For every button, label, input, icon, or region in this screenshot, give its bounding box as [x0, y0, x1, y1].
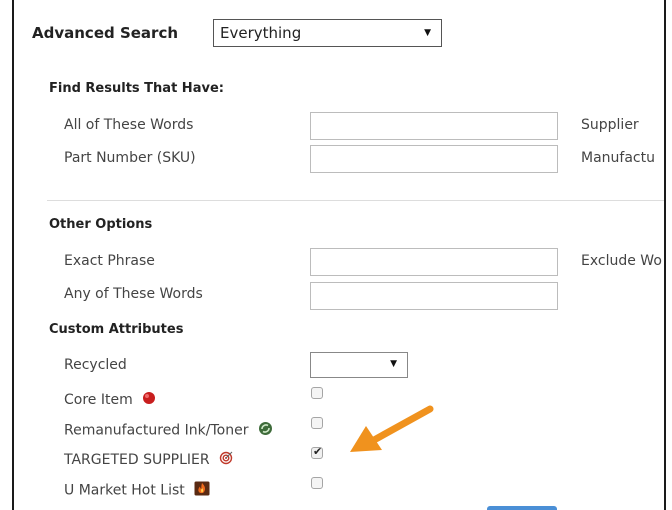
dropdown-arrow-icon: ▼ [424, 28, 431, 38]
targeted-supplier-checkbox[interactable]: ✔ [311, 445, 323, 459]
core-item-label: Core Item [64, 391, 156, 409]
other-options-heading: Other Options [49, 217, 153, 232]
annotation-arrow-icon [348, 404, 436, 456]
page-title: Advanced Search [32, 24, 179, 42]
recycle-icon [258, 421, 273, 440]
exact-phrase-input[interactable] [310, 248, 558, 276]
red-ball-icon [142, 391, 156, 409]
section-divider [47, 200, 664, 201]
remanufactured-text: Remanufactured Ink/Toner [64, 422, 249, 439]
hot-list-checkbox[interactable] [311, 477, 323, 489]
core-item-checkbox[interactable] [311, 387, 323, 399]
exact-phrase-label: Exact Phrase [64, 253, 155, 269]
target-icon [219, 451, 233, 469]
search-button[interactable] [487, 506, 557, 510]
all-words-label: All of These Words [64, 117, 194, 133]
supplier-label: Supplier [581, 117, 639, 133]
targeted-supplier-label: TARGETED SUPPLIER [64, 451, 233, 469]
remanufactured-label: Remanufactured Ink/Toner [64, 421, 273, 440]
hot-list-label: U Market Hot List [64, 481, 210, 500]
recycled-label: Recycled [64, 357, 127, 373]
part-number-input[interactable] [310, 145, 558, 173]
part-number-label: Part Number (SKU) [64, 150, 196, 166]
core-item-text: Core Item [64, 392, 133, 408]
any-words-label: Any of These Words [64, 286, 203, 302]
targeted-supplier-text: TARGETED SUPPLIER [64, 452, 210, 468]
remanufactured-checkbox[interactable] [311, 417, 323, 429]
hot-list-icon [194, 481, 210, 500]
checkmark-icon: ✔ [313, 445, 323, 458]
recycled-select[interactable]: ▼ [310, 352, 408, 378]
manufacturer-label: Manufactu [581, 150, 655, 166]
all-words-input[interactable] [310, 112, 558, 140]
exclude-words-label: Exclude Wo [581, 253, 662, 269]
dropdown-arrow-icon: ▼ [390, 359, 397, 369]
search-scope-value: Everything [220, 24, 302, 42]
advanced-search-panel: Advanced Search Everything ▼ Find Result… [12, 0, 666, 510]
search-scope-select[interactable]: Everything ▼ [213, 19, 442, 47]
find-results-heading: Find Results That Have: [49, 81, 224, 96]
any-words-input[interactable] [310, 282, 558, 310]
custom-attributes-heading: Custom Attributes [49, 322, 184, 337]
hot-list-text: U Market Hot List [64, 482, 185, 499]
